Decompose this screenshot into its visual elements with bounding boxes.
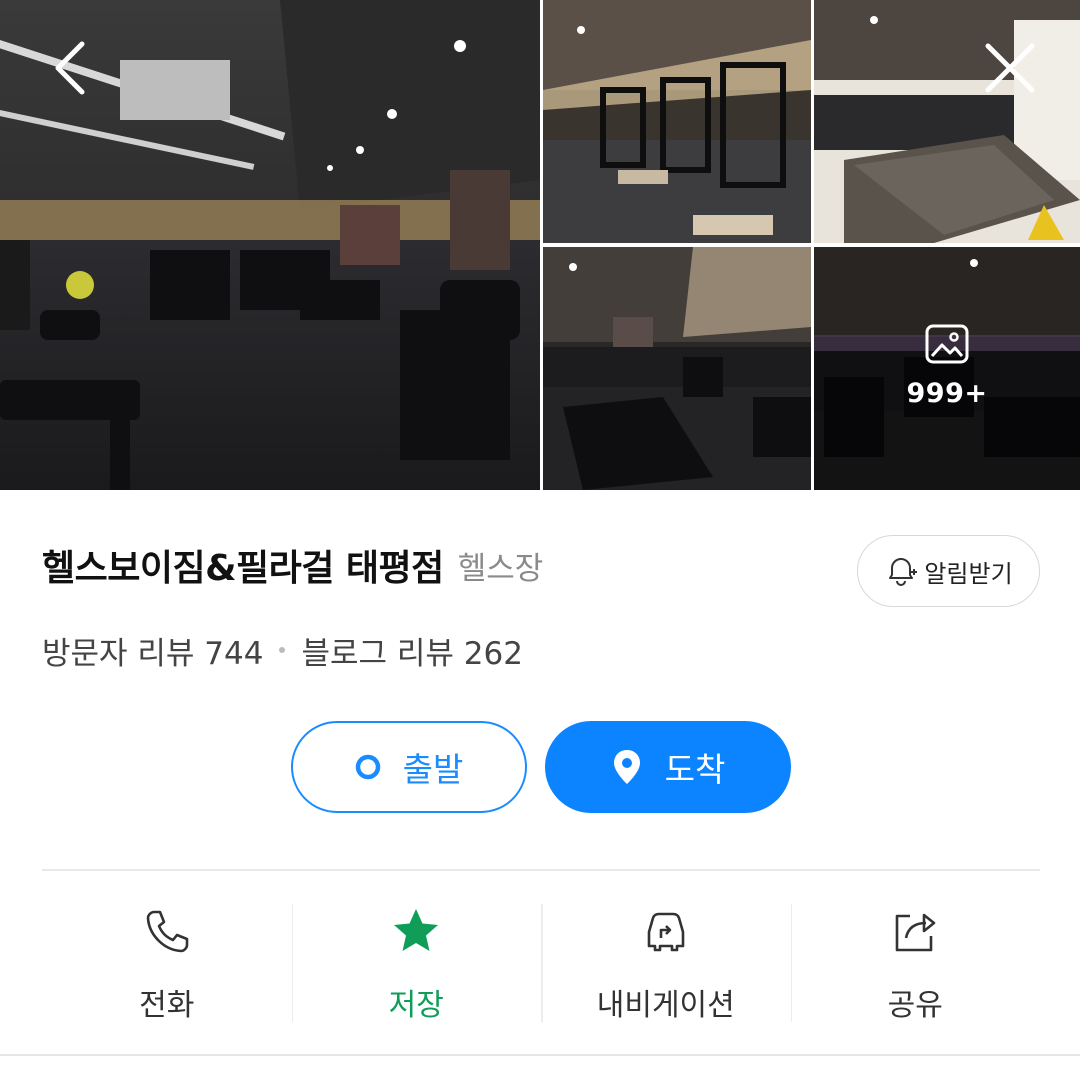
place-name: 헬스보이짐&필라걸 태평점: [42, 548, 444, 589]
depart-button[interactable]: 출발: [291, 721, 527, 813]
gallery-photo-4[interactable]: [543, 247, 811, 490]
review-summary: 방문자 리뷰 744 블로그 리뷰 262: [42, 625, 523, 675]
arrive-button[interactable]: 도착: [545, 721, 791, 813]
section-divider: [42, 869, 1040, 871]
notification-button[interactable]: 알림받기: [857, 535, 1040, 607]
place-title-row: 헬스보이짐&필라걸 태평점 헬스장: [42, 532, 543, 598]
close-button[interactable]: [978, 36, 1042, 100]
save-label: 저장: [388, 988, 444, 1023]
star-icon: [394, 909, 439, 951]
place-category: 헬스장: [457, 550, 544, 587]
depart-label: 출발: [402, 750, 464, 789]
more-photos-overlay[interactable]: 999+: [814, 247, 1080, 490]
close-icon: [985, 43, 1035, 93]
bottom-divider: [0, 1054, 1080, 1056]
call-label: 전화: [139, 988, 195, 1023]
origin-dot-icon: [355, 754, 380, 780]
navigation-action[interactable]: 내비게이션: [541, 890, 791, 1032]
photo-count: 999+: [906, 378, 988, 409]
map-pin-icon: [613, 750, 640, 784]
visitor-reviews-link[interactable]: 방문자 리뷰 744: [42, 628, 263, 673]
action-bar: 전화 저장 내비게이션 공유: [42, 890, 1040, 1032]
phone-icon: [146, 910, 189, 953]
separator-dot: [279, 647, 286, 653]
car-navigation-icon: [647, 912, 685, 952]
chevron-left-icon: [55, 41, 85, 95]
call-action[interactable]: 전화: [42, 890, 292, 1032]
share-icon: [895, 913, 936, 952]
image-icon: [925, 324, 969, 364]
arrive-label: 도착: [664, 750, 726, 789]
notification-label: 알림받기: [924, 559, 1013, 588]
share-label: 공유: [887, 988, 943, 1023]
bell-plus-icon: [889, 558, 918, 586]
navigation-label: 내비게이션: [596, 988, 735, 1023]
photo-gallery: 999+: [0, 0, 1080, 490]
back-button[interactable]: [40, 36, 104, 100]
share-action[interactable]: 공유: [790, 890, 1041, 1032]
gallery-photo-2[interactable]: [543, 0, 811, 243]
blog-reviews-link[interactable]: 블로그 리뷰 262: [301, 628, 522, 673]
save-action[interactable]: 저장: [291, 890, 542, 1032]
